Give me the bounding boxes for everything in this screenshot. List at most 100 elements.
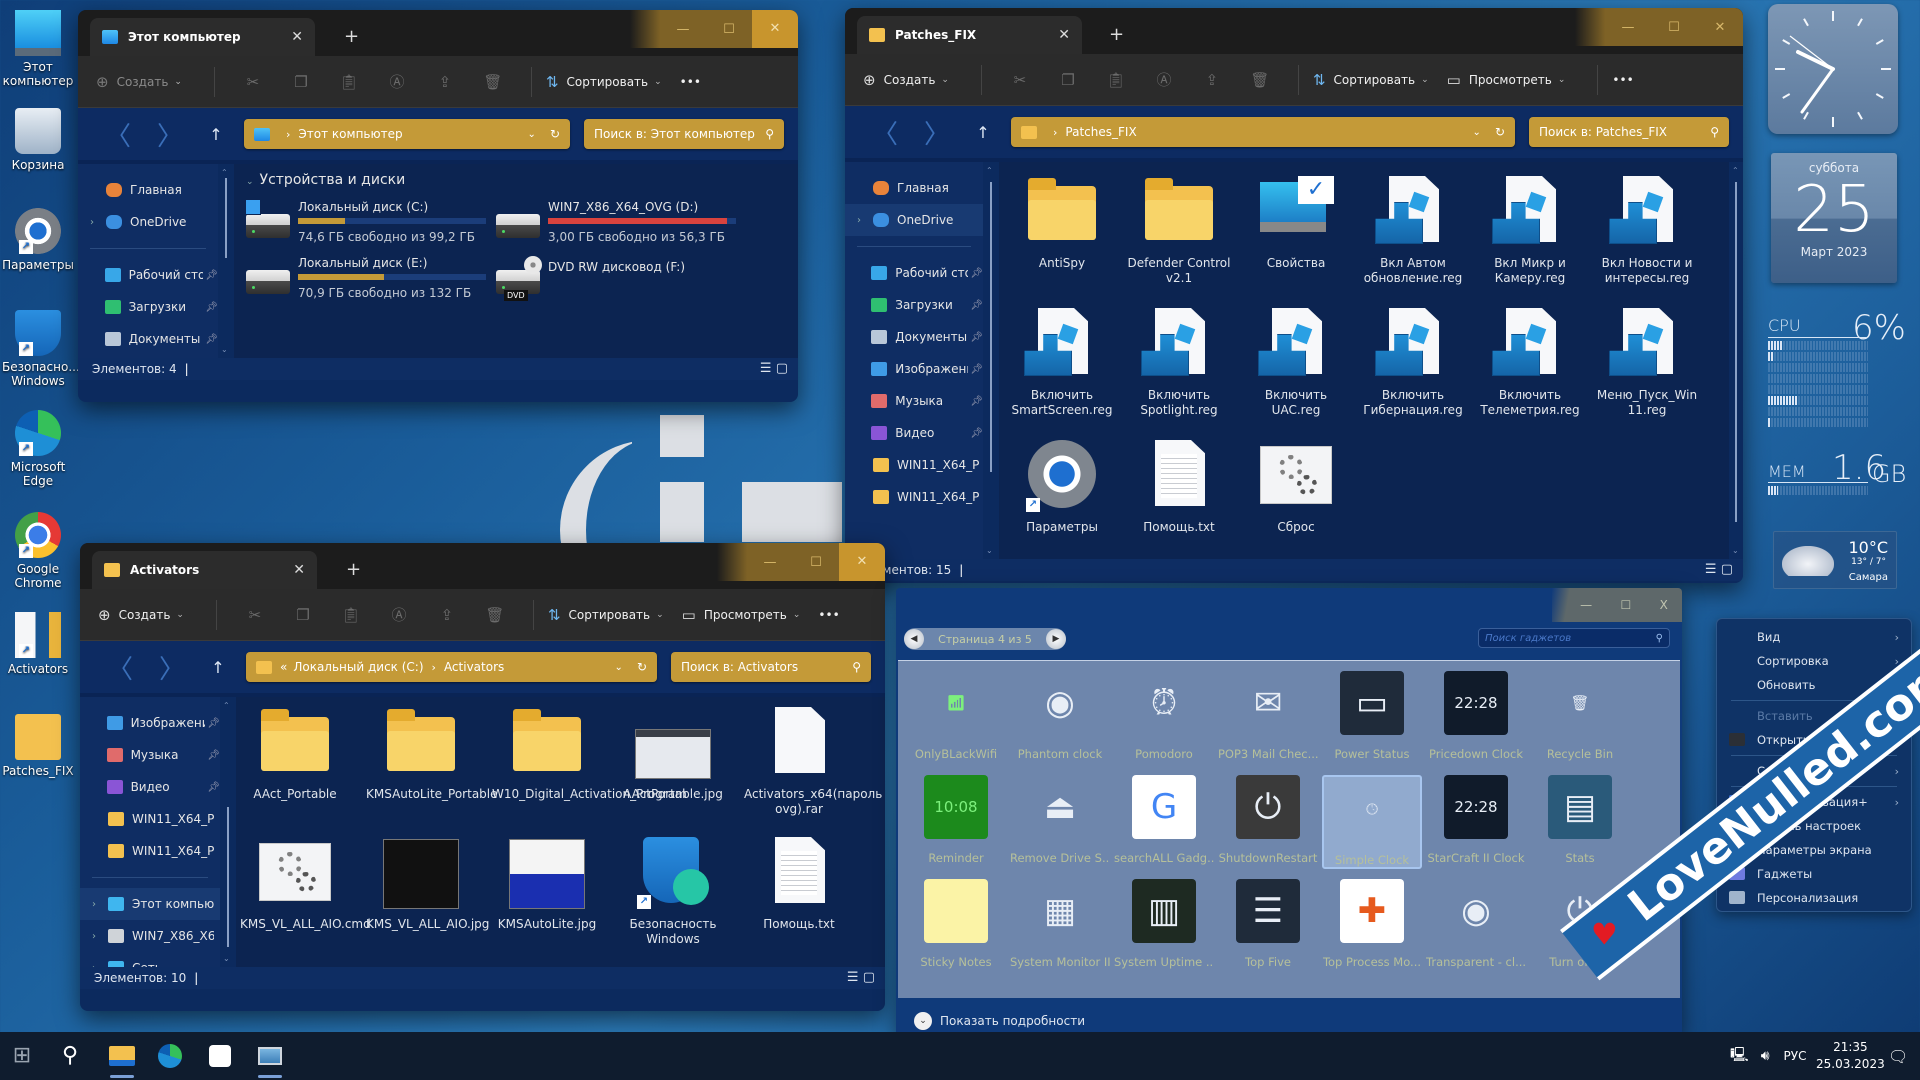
search-icon[interactable]: ⚲ [52,1040,88,1072]
chevron-down-icon[interactable]: ⌄ [615,662,623,673]
file-item[interactable]: KMS_VL_ALL_AIO.jpg [366,837,489,932]
gadget-item[interactable]: ▭ Power Status [1322,671,1422,761]
new-tab-button[interactable]: + [1109,24,1124,45]
file-item[interactable]: Activators_x64(пароль ovg).rar [744,707,882,817]
nav-item[interactable]: WIN11_X64_PRO [845,449,983,481]
next-page-button[interactable]: ▶ [1046,629,1066,649]
details-view-icon[interactable]: ☰ [847,970,859,985]
up-button[interactable]: ↑ [196,125,236,144]
back-button[interactable]: 〈 [92,116,144,153]
desktop-icon-4[interactable]: ↗ Microsoft Edge [2,410,74,488]
nav-item[interactable]: Документы 📌︎ [78,323,218,355]
nav-item[interactable]: Рабочий сто 📌︎ [78,259,218,291]
minimize-button[interactable]: — [1605,20,1651,35]
maximize-button[interactable]: ☐ [1651,20,1697,35]
delete-icon[interactable]: 🗑︎ [469,73,517,91]
share-icon[interactable]: ⇪ [423,606,471,624]
tab-this-pc[interactable]: Этот компьютер ✕ [90,18,315,56]
volume-icon[interactable]: 🔊︎ [1761,1048,1770,1064]
file-item[interactable]: Сброс [1241,440,1351,535]
copy-icon[interactable]: ❐ [277,73,325,91]
paste-icon[interactable]: 📋︎ [325,73,373,91]
nav-item[interactable]: › OneDrive [845,204,983,236]
gadget-item[interactable]: ⏏ Remove Drive S... [1010,775,1110,865]
nav-item[interactable]: › WIN7_X86_X64_( [80,920,220,952]
file-item[interactable]: KMS_VL_ALL_AIO.cmd [240,837,371,932]
gadget-item[interactable]: 🕓︎ Simple Clock [1322,775,1422,869]
maximize-button[interactable]: ☐ [706,22,752,37]
refresh-icon[interactable]: ↻ [1495,125,1505,139]
desktop-icon-3[interactable]: ↗ Безопасно... Windows [2,310,80,388]
refresh-icon[interactable]: ↻ [637,660,647,674]
file-item[interactable]: Включить Гибернация.reg [1358,308,1468,418]
taskbar-clock[interactable]: 21:35 25.03.2023 [1816,1039,1885,1073]
file-item[interactable]: Вкл Микр и Камеру.reg [1475,176,1585,286]
share-icon[interactable]: ⇪ [421,73,469,91]
sort-button[interactable]: ⇅ Сортировать ⌄ [546,73,662,91]
nav-item[interactable]: Загрузки 📌︎ [78,291,218,323]
back-button[interactable]: 〈 [94,649,146,686]
drive-item[interactable]: Локальный диск (C:) 74,6 ГБ свободно из 9… [245,199,491,250]
address-bar[interactable]: › Patches_FIX ⌄ ↻ [1011,117,1515,147]
gadget-item[interactable]: ◉ Phantom clock [1010,671,1110,761]
file-item[interactable]: AActPortable.jpg [618,707,728,802]
calendar-widget[interactable]: суббота 25 Март 2023 [1771,153,1897,283]
file-item[interactable]: Помощь.txt [744,837,854,932]
sort-button[interactable]: ⇅ Сортировать ⌄ [548,606,664,624]
nav-item[interactable]: Загрузки 📌︎ [845,289,983,321]
file-item[interactable]: Вкл Новости и интересы.reg [1592,176,1702,286]
store-icon[interactable] [202,1040,238,1072]
forward-button[interactable]: 〉 [911,114,963,151]
section-header[interactable]: ⌄ Устройства и диски [246,172,405,188]
back-button[interactable]: 〈 [859,114,911,151]
nav-scrollbar[interactable]: ⌃ ⌄ [983,162,999,559]
details-view-icon[interactable]: ☰ [1705,562,1717,577]
language-indicator[interactable]: РУС [1784,1049,1807,1063]
gadget-item[interactable]: 10:08 Reminder [906,775,1006,865]
minimize-button[interactable]: — [660,22,706,37]
breadcrumb-this-pc[interactable]: Этот компьютер [298,127,513,141]
new-tab-button[interactable]: + [346,559,361,580]
cpu-meter-widget[interactable]: CPU 6% [1768,308,1906,427]
gadget-item[interactable]: ⏻ ShutdownRestart [1218,775,1318,865]
file-item[interactable]: Включить Телеметрия.reg [1475,308,1585,418]
overflow-chevron-icon[interactable]: « [280,660,287,674]
rename-icon[interactable]: Ⓐ [375,604,423,625]
copy-icon[interactable]: ❐ [279,606,327,624]
forward-button[interactable]: 〉 [144,116,196,153]
previous-page-button[interactable]: ◀ [904,629,924,649]
tiles-view-icon[interactable]: ▢ [776,361,788,376]
close-button[interactable]: ✕ [752,10,798,48]
close-button[interactable]: X [1660,598,1668,612]
file-item[interactable]: KMSAutoLite_Portable [366,707,498,802]
gadget-item[interactable]: ⏰︎ Pomodoro [1114,671,1214,761]
tab-activators[interactable]: Activators ✕ [92,551,317,589]
edge-icon[interactable] [152,1040,188,1072]
rename-icon[interactable]: Ⓐ [373,71,421,92]
remote-desktop-icon[interactable] [252,1040,288,1078]
delete-icon[interactable]: 🗑︎ [1236,71,1284,89]
nav-scrollbar[interactable]: ⌃ ⌄ [220,697,236,967]
menu-item[interactable]: Вид › [1717,625,1911,649]
show-details-button[interactable]: ⌄ Показать подробности [914,1012,1085,1030]
nav-item[interactable]: Музыка 📌︎ [845,385,983,417]
cut-icon[interactable]: ✂ [231,606,279,624]
gadget-item[interactable]: 📶︎ OnlyBLackWifi [906,671,1006,761]
file-item[interactable]: Помощь.txt [1124,440,1234,535]
nav-item[interactable]: Рабочий сто 📌︎ [845,257,983,289]
tab-patches-fix[interactable]: Patches_FIX ✕ [857,16,1082,54]
chevron-down-icon[interactable]: ⌄ [528,129,536,140]
nav-item[interactable]: Видео 📌︎ [80,771,220,803]
view-button[interactable]: ▭ Просмотреть ⌄ [1447,71,1566,89]
maximize-button[interactable]: ☐ [793,555,839,570]
create-button[interactable]: ⊕ Создать ⌄ [96,73,182,91]
sort-button[interactable]: ⇅ Сортировать ⌄ [1313,71,1429,89]
chevron-right-icon[interactable]: › [857,215,873,226]
content-scrollbar[interactable]: ⌃ ⌄ [1729,162,1743,559]
weather-widget[interactable]: 10°C 13° / 7° Самара [1773,531,1897,589]
gadget-item[interactable]: 22:28 StarCraft II Clock [1426,775,1526,865]
file-item[interactable]: AAct_Portable [240,707,350,802]
chevron-right-icon[interactable]: › [92,931,108,942]
file-item[interactable]: Defender Control v2.1 [1124,176,1234,286]
network-icon[interactable]: 🖳︎ [1730,1044,1749,1068]
